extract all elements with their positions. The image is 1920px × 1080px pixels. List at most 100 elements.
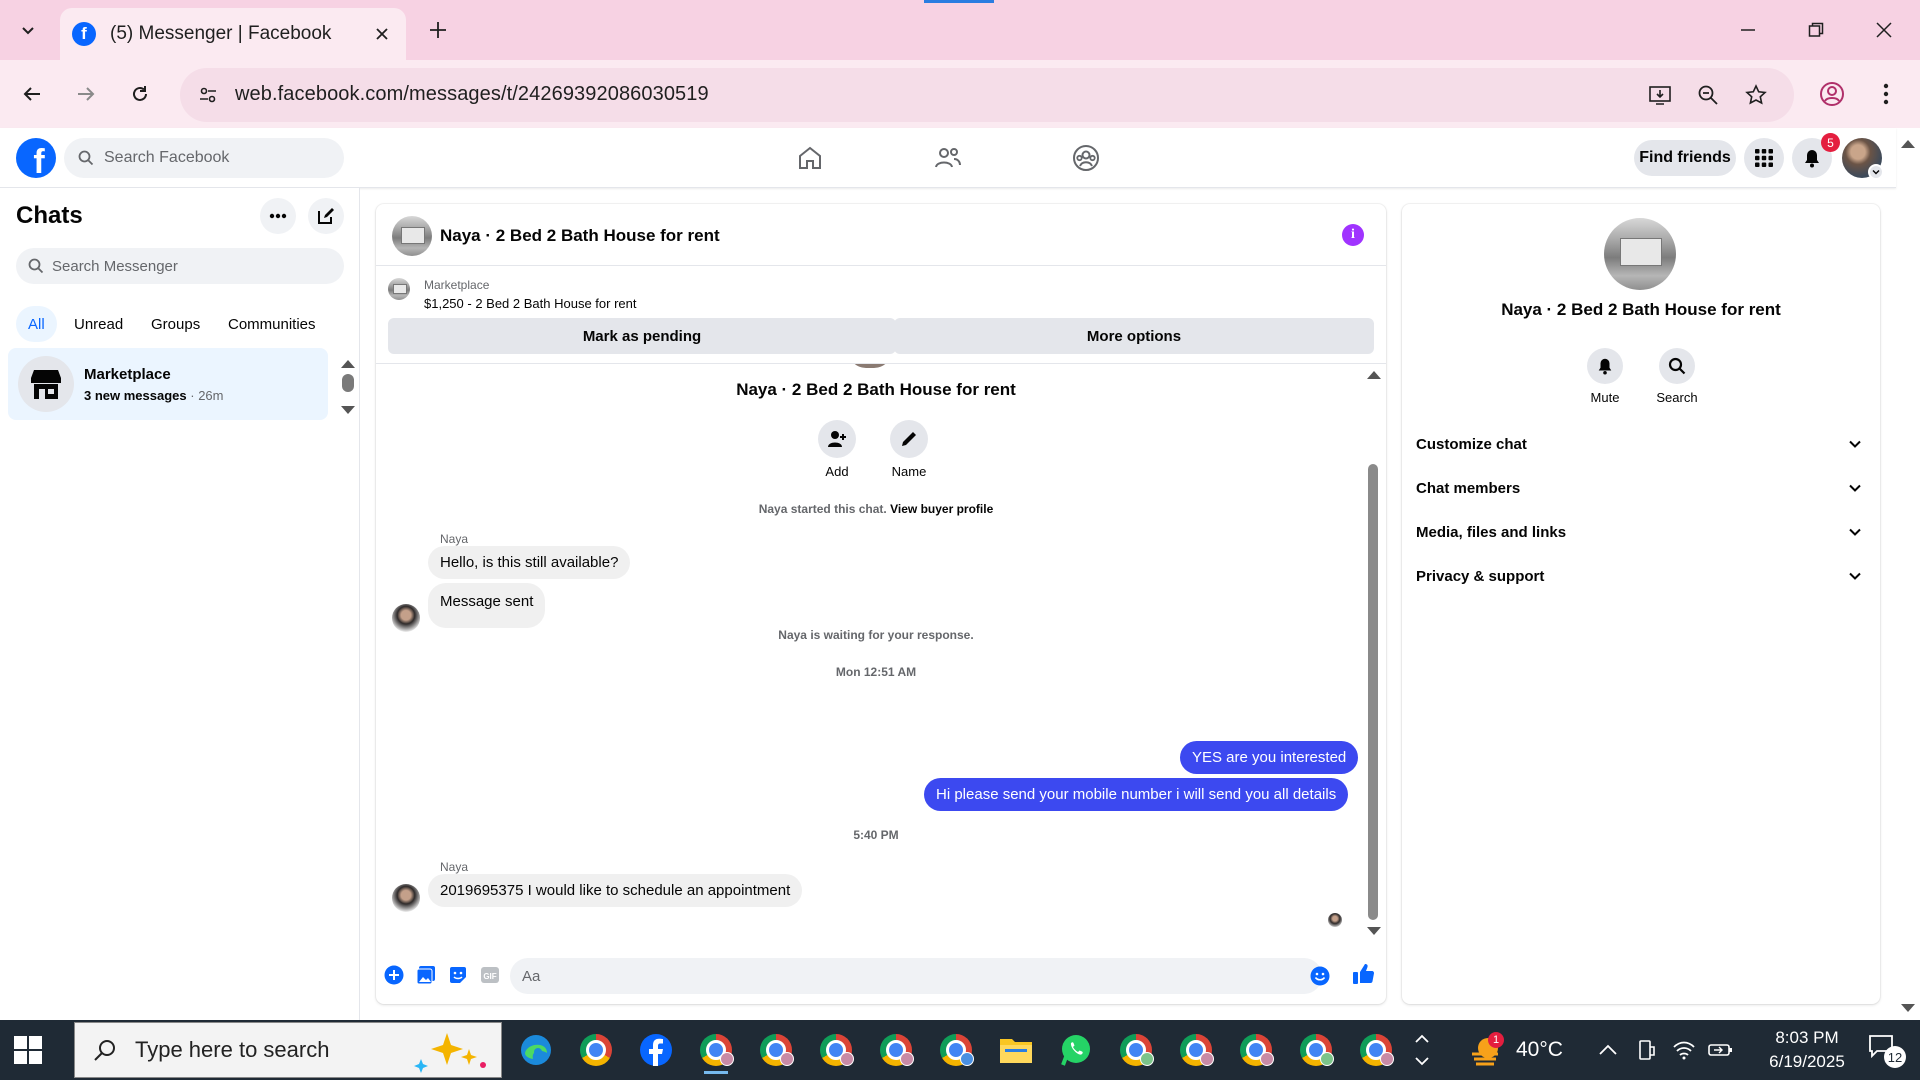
profile-button[interactable] <box>1814 76 1850 112</box>
conversation-title[interactable]: Naya · 2 Bed 2 Bath House for rent <box>440 226 720 246</box>
sender-avatar[interactable] <box>392 884 420 912</box>
chat-item-marketplace[interactable]: Marketplace 3 new messages · 26m <box>8 348 328 420</box>
tab-search-button[interactable] <box>12 14 44 46</box>
filter-groups[interactable]: Groups <box>139 306 212 342</box>
outgoing-message[interactable]: Hi please send your mobile number i will… <box>924 778 1349 811</box>
weather-widget[interactable]: 1 40°C <box>1466 1020 1563 1080</box>
nav-friends[interactable] <box>932 142 964 174</box>
reload-button[interactable] <box>122 76 158 112</box>
taskbar-chrome-profile[interactable] <box>1112 1026 1160 1074</box>
chevron-up-icon <box>1599 1044 1617 1055</box>
facebook-logo[interactable]: f <box>16 138 56 178</box>
media-files-links-section[interactable]: Media, files and links <box>1416 514 1866 550</box>
back-button[interactable] <box>14 76 50 112</box>
name-chat-button[interactable]: Name <box>874 420 944 479</box>
taskbar-chrome-profile[interactable] <box>692 1026 740 1074</box>
taskbar-chrome-profile[interactable] <box>1352 1026 1400 1074</box>
taskbar-file-explorer[interactable] <box>992 1026 1040 1074</box>
system-clock[interactable]: 8:03 PM 6/19/2025 <box>1752 1026 1862 1074</box>
taskbar-whatsapp[interactable] <box>1052 1026 1100 1074</box>
account-chevron-icon[interactable] <box>1868 164 1884 180</box>
more-options-button[interactable]: More options <box>894 318 1374 354</box>
attach-photo-button[interactable] <box>416 965 436 985</box>
restore-button[interactable] <box>1800 14 1832 46</box>
customize-chat-section[interactable]: Customize chat <box>1416 426 1866 462</box>
chat-list-scrollbar[interactable] <box>342 374 354 392</box>
emoji-icon[interactable] <box>1310 966 1330 986</box>
privacy-support-section[interactable]: Privacy & support <box>1416 558 1866 594</box>
add-people-button[interactable]: Add <box>802 420 872 479</box>
page-scroll-down-arrow[interactable] <box>1900 1000 1916 1018</box>
gif-button[interactable]: GIF <box>480 965 500 985</box>
filter-unread[interactable]: Unread <box>62 306 135 342</box>
nav-home[interactable] <box>794 142 826 174</box>
search-icon <box>78 150 94 166</box>
address-bar[interactable]: web.facebook.com/messages/t/242693920860… <box>180 68 1794 122</box>
window-close-button[interactable] <box>1868 14 1900 46</box>
listing-title[interactable]: $1,250 - 2 Bed 2 Bath House for rent <box>424 296 636 311</box>
menu-button[interactable] <box>1744 138 1784 178</box>
listing-large-thumbnail[interactable] <box>1604 218 1676 290</box>
incoming-message[interactable]: Hello, is this still available? <box>428 546 631 579</box>
like-button[interactable] <box>1352 962 1376 986</box>
tab-close-button[interactable] <box>370 22 394 46</box>
chats-options-button[interactable] <box>260 198 296 234</box>
wifi-icon[interactable] <box>1672 1020 1696 1080</box>
friends-icon <box>935 148 961 168</box>
weather-badge: 1 <box>1488 1032 1504 1048</box>
view-buyer-profile-link[interactable]: View buyer profile <box>890 502 993 516</box>
new-message-button[interactable] <box>308 198 344 234</box>
message-input[interactable]: Aa <box>510 958 1322 994</box>
info-icon[interactable]: i <box>1342 224 1364 246</box>
more-actions-button[interactable] <box>384 965 404 985</box>
bookmark-star-icon[interactable] <box>1742 81 1770 109</box>
thread-scrollbar[interactable] <box>1366 364 1382 942</box>
mute-button[interactable]: Mute <box>1570 348 1640 405</box>
scrollbar-thumb[interactable] <box>1368 464 1378 920</box>
messenger-search-input[interactable]: Search Messenger <box>16 248 344 284</box>
sticker-button[interactable] <box>448 965 468 985</box>
taskbar-facebook[interactable] <box>632 1026 680 1074</box>
taskbar-chrome-profile[interactable] <box>932 1026 980 1074</box>
taskbar-chrome-profile[interactable] <box>872 1026 920 1074</box>
taskbar-chrome-profile[interactable] <box>1292 1026 1340 1074</box>
show-hidden-icons-button[interactable] <box>1598 1020 1618 1080</box>
incoming-message[interactable]: 2019695375 I would like to schedule an a… <box>428 874 803 907</box>
notification-center-button[interactable]: 12 <box>1868 1034 1906 1068</box>
site-settings-icon[interactable] <box>194 81 222 109</box>
nav-groups[interactable] <box>1070 142 1102 174</box>
chat-members-section[interactable]: Chat members <box>1416 470 1866 506</box>
taskbar-search-box[interactable]: Type here to search <box>74 1022 502 1078</box>
facebook-search-input[interactable]: Search Facebook <box>64 138 344 178</box>
zoom-icon[interactable] <box>1694 81 1722 109</box>
taskbar-chrome-profile[interactable] <box>752 1026 800 1074</box>
incoming-message[interactable]: Message sent <box>428 583 546 628</box>
scroll-down-arrow[interactable] <box>340 402 356 420</box>
new-tab-button[interactable] <box>424 16 452 44</box>
install-app-icon[interactable] <box>1646 81 1674 109</box>
taskbar-overflow-arrows[interactable] <box>1414 1020 1430 1080</box>
scroll-up-arrow[interactable] <box>340 356 356 374</box>
taskbar-chrome-profile[interactable] <box>812 1026 860 1074</box>
taskbar-chrome[interactable] <box>572 1026 620 1074</box>
device-icon[interactable] <box>1636 1020 1656 1080</box>
listing-thumbnail[interactable] <box>392 216 432 256</box>
forward-button[interactable] <box>68 76 104 112</box>
browser-menu-button[interactable] <box>1868 76 1904 112</box>
filter-communities[interactable]: Communities <box>216 306 328 342</box>
taskbar-edge[interactable] <box>512 1026 560 1074</box>
browser-tab-messenger[interactable]: f (5) Messenger | Facebook <box>60 8 406 60</box>
start-button[interactable] <box>14 1036 42 1064</box>
taskbar-chrome-profile[interactable] <box>1172 1026 1220 1074</box>
outgoing-message[interactable]: YES are you interested <box>1180 741 1359 774</box>
battery-icon[interactable] <box>1708 1020 1734 1080</box>
search-in-conversation-button[interactable]: Search <box>1642 348 1712 405</box>
mark-as-pending-button[interactable]: Mark as pending <box>388 318 896 354</box>
find-friends-button[interactable]: Find friends <box>1634 140 1736 176</box>
gif-icon: GIF <box>481 967 499 983</box>
minimize-button[interactable] <box>1732 14 1764 46</box>
page-scroll-up-arrow[interactable] <box>1900 136 1916 154</box>
plus-icon <box>430 22 446 38</box>
taskbar-chrome-profile[interactable] <box>1232 1026 1280 1074</box>
filter-all[interactable]: All <box>16 306 57 342</box>
